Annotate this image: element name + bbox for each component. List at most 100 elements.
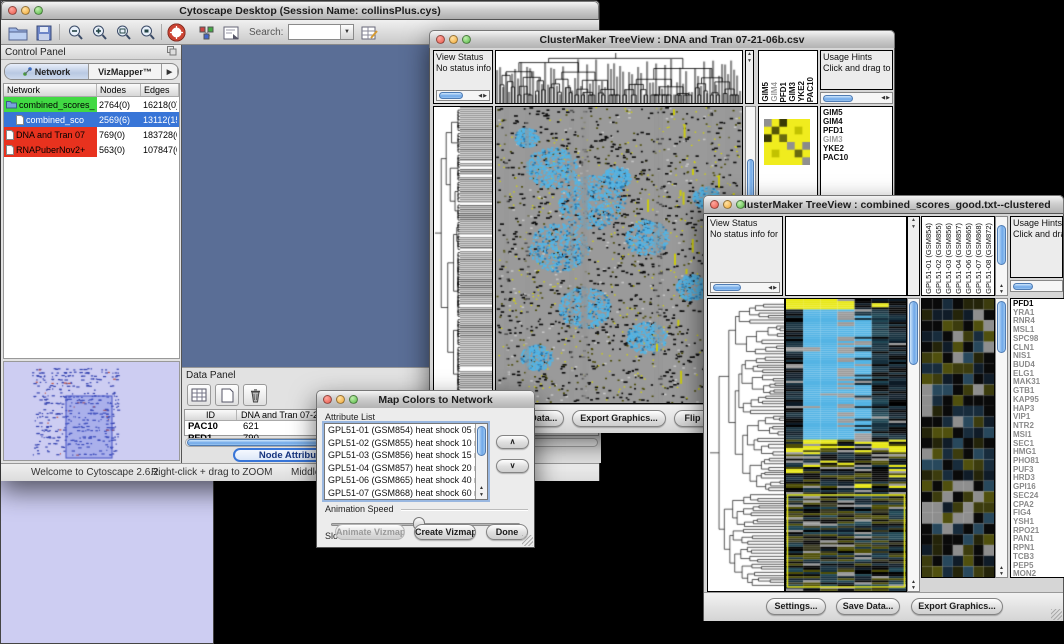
export-graphics-button[interactable]: Export Graphics...	[572, 410, 666, 427]
zoom-fit-icon[interactable]	[113, 23, 135, 42]
scroll-up-icon[interactable]: ▲	[479, 485, 484, 491]
scrollbar-thumb[interactable]	[477, 426, 486, 456]
zoom-in-icon[interactable]	[89, 23, 111, 42]
save-data-button[interactable]: Save Data...	[836, 598, 900, 615]
search-input[interactable]: ▼	[288, 24, 354, 40]
title-bar[interactable]: ClusterMaker TreeView : DNA and Tran 07-…	[429, 30, 895, 49]
minimize-button[interactable]	[449, 35, 458, 44]
export-graphics-button[interactable]: Export Graphics...	[911, 598, 1003, 615]
row-dendrogram[interactable]	[707, 298, 785, 592]
network-row-selected[interactable]: combined_sco 2569(6) 13112(15)	[4, 112, 179, 127]
mini-scrollbar[interactable]: ▲▼	[745, 50, 754, 104]
close-button[interactable]	[323, 395, 332, 404]
horizontal-scrollbar[interactable]: ◀▶	[820, 92, 893, 104]
scrollbar-thumb[interactable]	[997, 225, 1006, 265]
move-down-button[interactable]: ∨	[496, 459, 529, 473]
zoom-heatmap[interactable]	[921, 298, 995, 578]
network-list-header[interactable]: Network Nodes Edges	[4, 84, 179, 97]
minimize-button[interactable]	[723, 200, 732, 209]
zoom-out-icon[interactable]	[65, 23, 87, 42]
minimize-button[interactable]	[336, 395, 345, 404]
vertical-scrollbar[interactable]: ▲▼	[907, 298, 920, 592]
zoom-heatmap[interactable]	[764, 119, 810, 165]
new-attribute-icon[interactable]	[215, 384, 239, 406]
attribute-item[interactable]: GPL51-02 (GSM855) heat shock 10 min	[325, 437, 487, 450]
array-label: PAC10	[806, 77, 815, 102]
delete-attribute-icon[interactable]	[243, 384, 267, 406]
gene-label: PAC10	[823, 153, 892, 162]
view-status-text: No status info for	[434, 62, 492, 73]
vizmapper-icon[interactable]	[195, 23, 217, 42]
create-vizmap-button[interactable]: Create Vizmap	[414, 524, 476, 540]
scroll-right-icon[interactable]: ▶	[483, 93, 488, 99]
horizontal-scrollbar[interactable]: ◀▶	[436, 90, 490, 101]
network-row[interactable]: DNA and Tran 07 769(0) 183728(0)	[4, 127, 179, 142]
scroll-down-icon[interactable]: ▼	[999, 289, 1004, 295]
resize-grip[interactable]	[1051, 609, 1062, 620]
zoom-button[interactable]	[34, 6, 43, 15]
attribute-item[interactable]: GPL51-04 (GSM857) heat shock 20 min	[325, 462, 487, 475]
mini-scrollbar[interactable]: ▲▼	[907, 216, 920, 296]
scrollbar-thumb[interactable]	[439, 92, 463, 99]
column-dendrogram[interactable]	[785, 216, 907, 296]
zoom-button[interactable]	[349, 395, 358, 404]
zoom-selected-icon[interactable]	[137, 23, 159, 42]
tab-network[interactable]: Network	[5, 64, 89, 79]
close-button[interactable]	[8, 6, 17, 15]
scrollbar-thumb[interactable]	[713, 284, 741, 291]
attribute-item[interactable]: GPL51-03 (GSM856) heat shock 15 min	[325, 449, 487, 462]
scrollbar-thumb[interactable]	[1013, 283, 1033, 290]
help-icon[interactable]	[165, 23, 187, 42]
tab-overflow-icon[interactable]: ▶	[162, 64, 178, 79]
global-heatmap[interactable]	[785, 298, 907, 592]
control-panel-title: Control Panel	[5, 47, 66, 58]
animate-vizmap-button[interactable]: Animate Vizmap	[335, 524, 405, 540]
open-icon[interactable]	[7, 23, 29, 42]
scrollbar-thumb[interactable]	[823, 95, 853, 102]
toolbar-separator	[161, 24, 162, 40]
column-dendrogram[interactable]	[495, 50, 743, 104]
attribute-listbox[interactable]: GPL51-01 (GSM854) heat shock 05 minGPL51…	[324, 423, 488, 500]
scroll-right-icon[interactable]: ▶	[773, 285, 778, 291]
resize-grip[interactable]	[522, 535, 533, 546]
network-overview[interactable]	[3, 361, 180, 461]
vertical-scrollbar[interactable]: ▲▼	[475, 424, 487, 499]
scroll-down-icon[interactable]: ▼	[911, 585, 916, 591]
close-button[interactable]	[436, 35, 445, 44]
scroll-down-icon[interactable]: ▼	[479, 492, 484, 498]
minimize-button[interactable]	[21, 6, 30, 15]
scrollbar-thumb[interactable]	[997, 301, 1006, 353]
move-up-button[interactable]: ∧	[496, 435, 529, 449]
horizontal-scrollbar[interactable]	[1010, 280, 1063, 292]
annotation-icon[interactable]	[221, 23, 243, 42]
horizontal-scrollbar[interactable]: ◀▶	[710, 282, 780, 293]
tab-vizmapper[interactable]: VizMapper™	[89, 64, 162, 79]
scroll-right-icon[interactable]: ▶	[886, 95, 891, 101]
title-bar[interactable]: ClusterMaker TreeView : combined_scores_…	[703, 195, 1064, 214]
row-dendrogram[interactable]	[433, 106, 493, 404]
search-dropdown-icon[interactable]: ▼	[340, 25, 353, 39]
attribute-item[interactable]: GPL51-06 (GSM865) heat shock 40 min	[325, 474, 487, 487]
float-panel-icon[interactable]	[167, 46, 177, 59]
array-labels: GPL51-01 (GSM854)GPL51-02 (GSM855)GPL51-…	[921, 216, 995, 296]
close-button[interactable]	[710, 200, 719, 209]
vertical-scrollbar[interactable]: ▲▼	[995, 216, 1008, 296]
zoom-button[interactable]	[736, 200, 745, 209]
network-row[interactable]: combined_scores_ 2764(0) 16218(0)	[4, 97, 179, 112]
attribute-item[interactable]: GPL51-01 (GSM854) heat shock 05 min	[325, 424, 487, 437]
array-label: GIM5	[761, 82, 770, 102]
zoom-button[interactable]	[462, 35, 471, 44]
attribute-browser-icon[interactable]	[359, 23, 381, 42]
network-row[interactable]: RNAPuberNov2+ 563(0) 107847(0)	[4, 142, 179, 157]
settings-button[interactable]: Settings...	[766, 598, 826, 615]
save-icon[interactable]	[33, 23, 55, 42]
usage-hints-text: Click and drag to	[1011, 228, 1062, 239]
title-bar[interactable]: Map Colors to Network	[316, 390, 535, 409]
vertical-scrollbar[interactable]: ▲▼	[995, 298, 1008, 578]
attribute-select-icon[interactable]	[187, 384, 211, 406]
attribute-item[interactable]: GPL51-07 (GSM868) heat shock 60 min	[325, 487, 487, 500]
scroll-down-icon[interactable]: ▼	[999, 571, 1004, 577]
title-bar[interactable]: Cytoscape Desktop (Session Name: collins…	[1, 1, 599, 20]
search-field[interactable]	[289, 25, 340, 39]
scrollbar-thumb[interactable]	[909, 301, 918, 365]
